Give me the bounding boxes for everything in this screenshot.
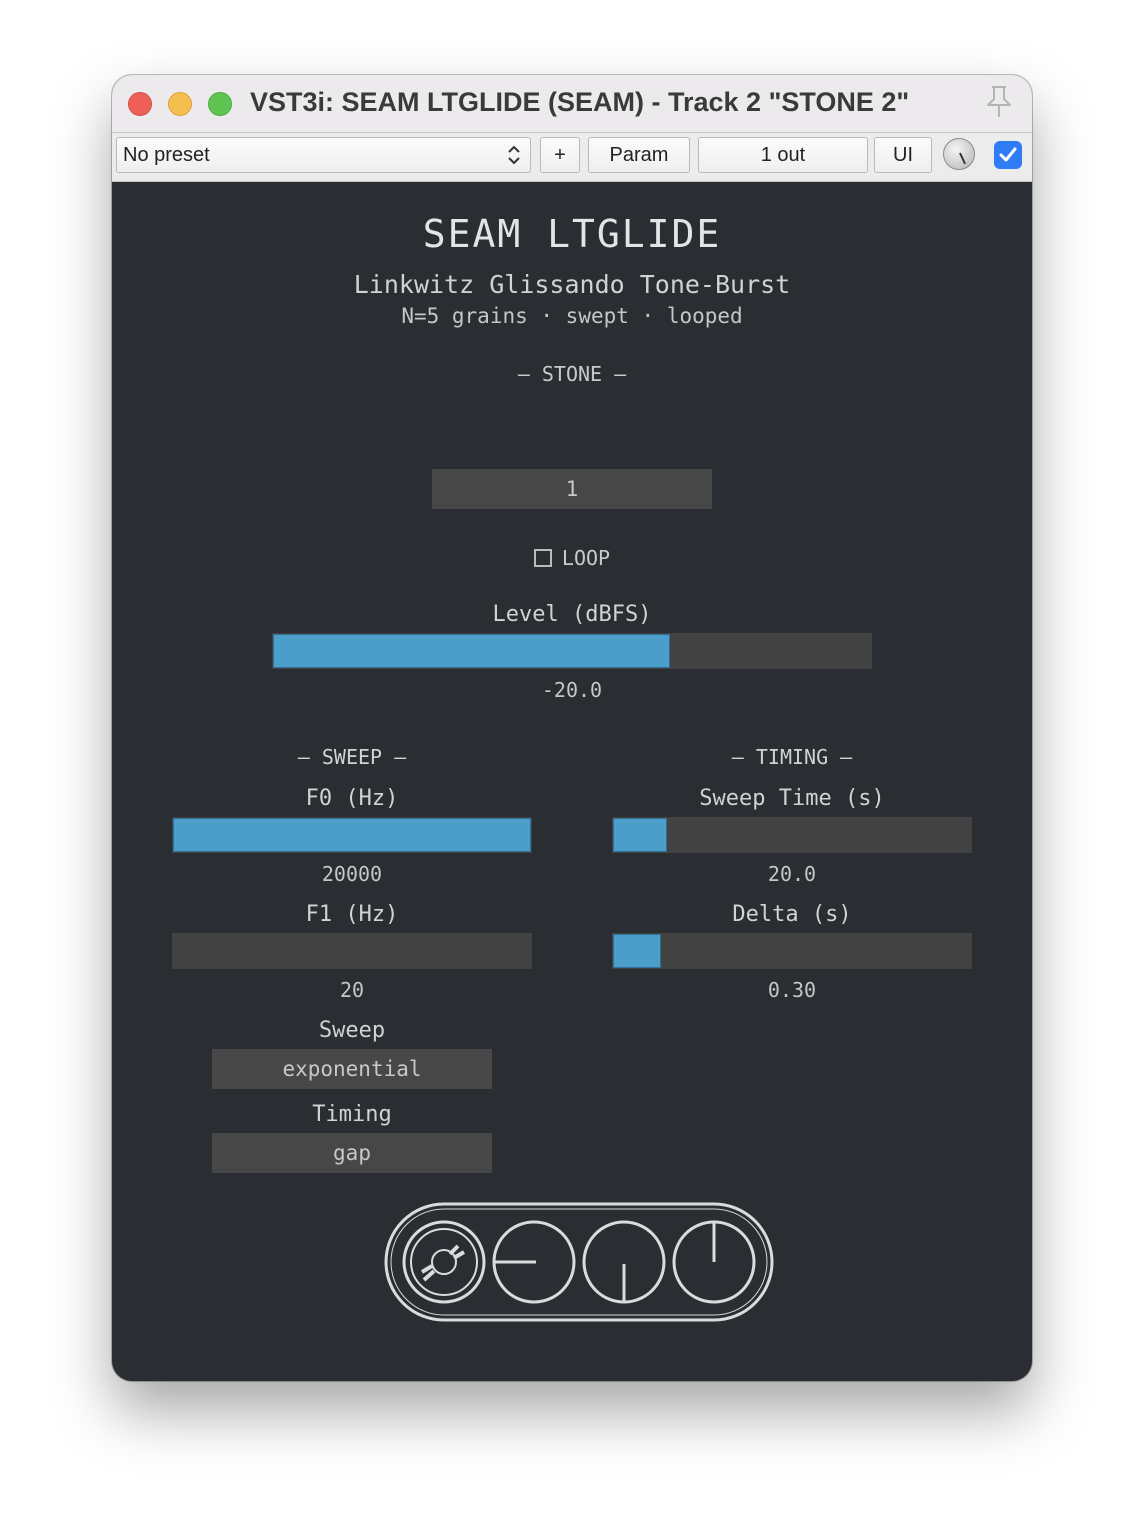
level-fill xyxy=(273,634,670,668)
f1-value: 20 xyxy=(339,978,365,1002)
delta-fill xyxy=(613,934,662,968)
sweep-mode-select[interactable]: exponential xyxy=(212,1049,492,1089)
plugin-info: N=5 grains · swept · looped xyxy=(401,304,743,328)
dash-circle-icon xyxy=(492,1220,576,1304)
seam-logo xyxy=(384,1202,774,1322)
stone-value: 1 xyxy=(565,477,579,501)
timing-mode-label: Timing xyxy=(312,1102,392,1127)
preset-select[interactable]: No preset xyxy=(116,137,531,173)
chevron-updown-icon xyxy=(508,145,520,165)
sweep-time-value: 20.0 xyxy=(767,862,817,886)
f0-slider[interactable] xyxy=(172,817,532,853)
timing-mode-value: gap xyxy=(333,1141,371,1165)
loop-toggle[interactable]: LOOP xyxy=(112,546,1032,570)
plugin-window: VST3i: SEAM LTGLIDE (SEAM) - Track 2 "ST… xyxy=(112,75,1032,1381)
add-preset-button[interactable]: + xyxy=(540,137,580,173)
ui-button[interactable]: UI xyxy=(874,137,932,173)
preset-label: No preset xyxy=(123,143,210,166)
f0-label: F0 (Hz) xyxy=(305,786,399,811)
pin-icon[interactable] xyxy=(982,83,1016,119)
delta-slider[interactable] xyxy=(612,933,972,969)
disc-icon xyxy=(402,1220,486,1304)
bottom-line-circle-icon xyxy=(582,1220,666,1304)
top-line-circle-icon xyxy=(672,1220,756,1304)
level-value: -20.0 xyxy=(541,678,603,702)
loop-checkbox[interactable] xyxy=(533,549,552,567)
fx-toolbar: No preset + Param 1 out UI xyxy=(112,133,1032,182)
plugin-title: SEAM LTGLIDE xyxy=(422,212,722,256)
delta-value: 0.30 xyxy=(767,978,817,1002)
stone-header: — STONE — xyxy=(517,362,627,386)
f1-slider[interactable] xyxy=(172,933,532,969)
sweep-mode-label: Sweep xyxy=(318,1018,386,1043)
plugin-ui: SEAM LTGLIDE Linkwitz Glissando Tone-Bur… xyxy=(112,182,1032,1381)
param-button[interactable]: Param xyxy=(588,137,690,173)
window-title: VST3i: SEAM LTGLIDE (SEAM) - Track 2 "ST… xyxy=(250,87,910,117)
sweep-time-label: Sweep Time (s) xyxy=(699,786,885,811)
zoom-button[interactable] xyxy=(208,92,232,116)
sweep-time-fill xyxy=(613,818,667,852)
close-button[interactable] xyxy=(128,92,152,116)
title-bar[interactable]: VST3i: SEAM LTGLIDE (SEAM) - Track 2 "ST… xyxy=(112,75,1032,133)
enable-checkbox[interactable] xyxy=(994,141,1022,169)
wet-knob[interactable] xyxy=(943,138,975,170)
delta-label: Delta (s) xyxy=(732,902,852,927)
sweep-mode-value: exponential xyxy=(282,1057,422,1081)
loop-label: LOOP xyxy=(561,546,611,570)
timing-mode-select[interactable]: gap xyxy=(212,1133,492,1173)
sweep-header: — SWEEP — xyxy=(297,745,407,769)
checkmark-icon xyxy=(999,147,1017,162)
level-label: Level (dBFS) xyxy=(492,602,652,627)
f0-value: 20000 xyxy=(321,862,383,886)
plugin-subtitle: Linkwitz Glissando Tone-Burst xyxy=(353,270,791,299)
sweep-time-slider[interactable] xyxy=(612,817,972,853)
timing-header: — TIMING — xyxy=(731,745,853,769)
f0-fill xyxy=(173,818,531,852)
output-pins-button[interactable]: 1 out xyxy=(698,137,868,173)
stone-selector[interactable]: 1 xyxy=(432,469,712,509)
minimize-button[interactable] xyxy=(168,92,192,116)
f1-label: F1 (Hz) xyxy=(305,902,399,927)
level-slider[interactable] xyxy=(272,633,872,669)
